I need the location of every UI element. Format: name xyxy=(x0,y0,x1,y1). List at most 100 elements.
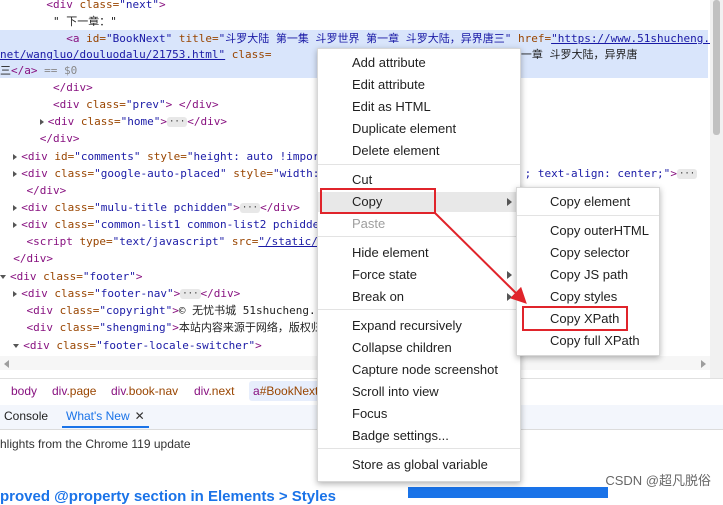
menu-item-copy-js-path[interactable]: Copy JS path xyxy=(517,265,659,285)
code-token: "common-list1 common-list2 pchidder xyxy=(94,218,326,231)
code-token: </div> xyxy=(13,252,53,265)
code-token: " 下一章：" xyxy=(52,15,117,28)
dom-node-line[interactable]: <script type="text/javascript" src="/sta… xyxy=(0,233,332,250)
code-token: </a> xyxy=(11,64,38,77)
tab-whats-new[interactable]: What's New ✕ xyxy=(62,409,149,428)
menu-item-force-state[interactable]: Force state xyxy=(318,265,520,285)
code-token: </div> xyxy=(52,81,93,94)
menu-separator xyxy=(318,164,520,165)
close-icon[interactable]: ✕ xyxy=(135,409,145,423)
menu-item-scroll-into-view[interactable]: Scroll into view xyxy=(318,382,520,402)
menu-item-label: Focus xyxy=(352,406,388,421)
dom-node-line[interactable]: <div class="next"> xyxy=(0,0,165,13)
dom-node-line[interactable]: <div class="prev"> </div> xyxy=(0,96,219,113)
menu-item-paste[interactable]: Paste xyxy=(318,214,520,234)
menu-item-cut[interactable]: Cut xyxy=(318,170,520,190)
code-token: "copyright" xyxy=(99,304,173,317)
breadcrumb-item[interactable]: div.book-nav xyxy=(111,384,178,398)
code-token: <div xyxy=(47,115,81,128)
menu-item-badge-settings[interactable]: Badge settings... xyxy=(318,426,520,446)
expand-triangle-icon[interactable] xyxy=(13,171,18,177)
dom-node-line[interactable]: </div> xyxy=(0,250,53,267)
elements-vertical-scrollbar[interactable] xyxy=(710,0,723,378)
code-token: <div xyxy=(21,287,55,300)
expand-triangle-icon[interactable] xyxy=(13,154,18,160)
menu-item-break-on[interactable]: Break on xyxy=(318,287,520,307)
menu-item-store-as-global-variable[interactable]: Store as global variable xyxy=(318,455,520,475)
dom-node-line[interactable]: <a id="BookNext" title="斗罗大陆 第一集 斗罗世界 第一… xyxy=(0,30,710,47)
code-token: "home" xyxy=(120,115,161,128)
scrollbar-thumb[interactable] xyxy=(713,0,720,135)
code-token: "footer-nav" xyxy=(94,287,174,300)
dom-node-line[interactable]: <div class="shengming">本站内容来源于网络，版权归 xyxy=(0,319,322,336)
tab-whats-new-label: What's New xyxy=(66,409,130,423)
scroll-left-icon[interactable] xyxy=(4,360,9,368)
menu-item-expand-recursively[interactable]: Expand recursively xyxy=(318,316,520,336)
breadcrumb-item[interactable]: div.next xyxy=(194,384,234,398)
menu-item-delete-element[interactable]: Delete element xyxy=(318,141,520,161)
ellipsis-icon[interactable]: ··· xyxy=(167,117,188,127)
menu-item-duplicate-element[interactable]: Duplicate element xyxy=(318,119,520,139)
menu-item-copy-full-xpath[interactable]: Copy full XPath xyxy=(517,331,659,351)
ellipsis-icon[interactable]: ··· xyxy=(180,289,201,299)
code-token: <script xyxy=(26,235,80,248)
code-token: href= xyxy=(517,32,552,45)
breadcrumb-item[interactable]: body xyxy=(11,384,37,398)
menu-item-collapse-children[interactable]: Collapse children xyxy=(318,338,520,358)
breadcrumb-item[interactable]: div.page xyxy=(52,384,96,398)
code-token: class= xyxy=(56,339,97,352)
menu-item-label: Collapse children xyxy=(352,340,452,355)
dom-node-line[interactable]: <div class="footer-locale-switcher"> xyxy=(0,337,262,354)
dom-node-line[interactable]: <div class="mulu-title pchidden"> ··· </di… xyxy=(0,199,300,216)
code-token: > xyxy=(172,321,179,334)
dom-node-line[interactable]: 三</a> == $0 xyxy=(0,62,77,79)
menu-item-copy-outerhtml[interactable]: Copy outerHTML xyxy=(517,221,659,241)
expand-triangle-icon[interactable] xyxy=(39,119,44,125)
code-token: class= xyxy=(54,287,95,300)
menu-item-label: Delete element xyxy=(352,143,440,158)
menu-separator xyxy=(318,309,520,310)
menu-item-edit-as-html[interactable]: Edit as HTML xyxy=(318,97,520,117)
menu-item-edit-attribute[interactable]: Edit attribute xyxy=(318,75,520,95)
menu-item-add-attribute[interactable]: Add attribute xyxy=(318,53,520,73)
dom-node-line[interactable]: <div class="footer"> xyxy=(0,268,142,285)
code-token: <div xyxy=(26,321,60,334)
code-token[interactable]: net/wangluo/douluodalu/21753.html" xyxy=(0,48,225,61)
code-token: </div> xyxy=(200,287,241,300)
expand-triangle-icon[interactable] xyxy=(13,291,18,297)
menu-item-copy-selector[interactable]: Copy selector xyxy=(517,243,659,263)
ellipsis-icon[interactable]: ··· xyxy=(676,169,698,179)
menu-item-focus[interactable]: Focus xyxy=(318,404,520,424)
dom-node-line[interactable]: <div class="home"> ··· </div> xyxy=(0,113,227,130)
whats-new-heading[interactable]: proved @property section in Elements > S… xyxy=(0,488,336,505)
dom-node-line[interactable]: " 下一章：" xyxy=(0,13,117,30)
menu-item-copy-styles[interactable]: Copy styles xyxy=(517,287,659,307)
whats-new-intro: hlights from the Chrome 119 update xyxy=(0,437,191,451)
code-token[interactable]: "https://www.51shucheng. xyxy=(551,32,710,45)
code-token: <div xyxy=(21,150,55,163)
dom-node-line[interactable]: </div> xyxy=(0,130,80,147)
whats-new-thumbnail[interactable] xyxy=(408,487,608,498)
dom-node-line[interactable]: <div class="footer-nav"> ··· </div> xyxy=(0,285,240,302)
menu-item-hide-element[interactable]: Hide element xyxy=(318,243,520,263)
collapse-triangle-icon[interactable] xyxy=(13,344,20,348)
menu-item-copy-element[interactable]: Copy element xyxy=(517,192,659,212)
code-token: class= xyxy=(54,218,95,231)
expand-triangle-icon[interactable] xyxy=(13,205,18,211)
tab-console[interactable]: Console xyxy=(4,409,48,423)
dom-node-line[interactable]: </div> xyxy=(0,79,93,96)
dom-node-line[interactable]: <div class="copyright">© 无忧书城 51shucheng… xyxy=(0,302,316,319)
menu-item-capture-node-screenshot[interactable]: Capture node screenshot xyxy=(318,360,520,380)
dom-node-line[interactable]: </div> xyxy=(0,182,67,199)
menu-separator xyxy=(318,448,520,449)
dom-node-line[interactable]: <div id="comments" style="height: auto !… xyxy=(0,148,326,165)
menu-item-label: Copy JS path xyxy=(550,267,629,282)
ellipsis-icon[interactable]: ··· xyxy=(239,203,261,213)
code-token: "斗罗大陆 第一集 斗罗世界 第一章 斗罗大陆，异界唐三" xyxy=(218,32,518,45)
menu-item-label: Duplicate element xyxy=(352,121,457,136)
code-token: > xyxy=(255,339,262,352)
expand-triangle-icon[interactable] xyxy=(13,222,18,228)
collapse-triangle-icon[interactable] xyxy=(0,275,6,279)
scroll-right-icon[interactable] xyxy=(701,360,706,368)
dom-node-line[interactable]: <div class="common-list1 common-list2 pc… xyxy=(0,216,326,233)
